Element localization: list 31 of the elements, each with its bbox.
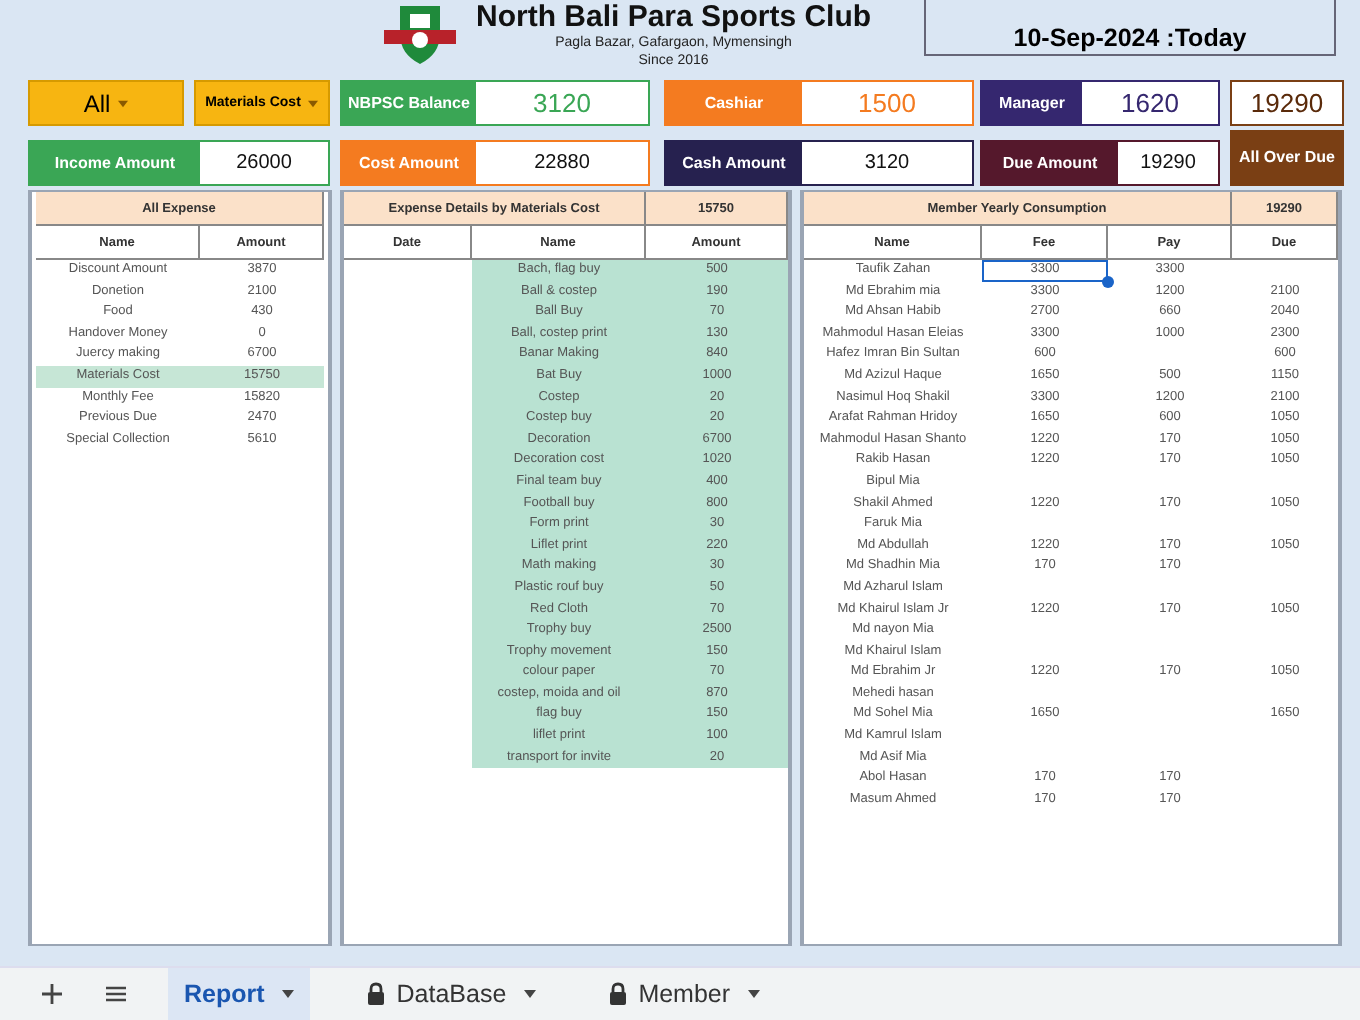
add-sheet-icon[interactable]	[40, 982, 64, 1006]
caret-icon	[282, 990, 295, 998]
filter-dropdown[interactable]: All	[28, 80, 184, 126]
caret-icon	[308, 99, 319, 107]
menu-icon[interactable]	[104, 982, 128, 1006]
caret-icon	[118, 99, 129, 107]
card-label: Cash Amount	[666, 142, 802, 184]
card-label: Manager	[982, 82, 1082, 124]
card-value: 1500	[856, 86, 918, 122]
card-value: 22880	[532, 150, 592, 178]
sheet-tab[interactable]: Report	[168, 968, 311, 1020]
lock-icon	[608, 982, 629, 1006]
card-value: 26000	[234, 150, 294, 178]
sheet-tab[interactable]: DataBase	[350, 968, 553, 1020]
card-value: 3120	[531, 86, 593, 122]
card-value: 1620	[1119, 86, 1181, 122]
card-label: Income Amount	[30, 142, 200, 184]
card-label: Due Amount	[982, 142, 1118, 184]
caret-icon	[524, 990, 537, 998]
caret-icon	[748, 990, 761, 998]
card-label: NBPSC Balance	[342, 82, 476, 124]
club-title: North Bali Para Sports Club	[476, 0, 872, 34]
overall-label: All Over Due	[1230, 130, 1344, 186]
card-value: 19290	[1138, 150, 1198, 178]
card-label: Cashiar	[666, 82, 802, 124]
overall-value: 19290	[1230, 80, 1344, 126]
date-display: 10-Sep-2024 :Today	[924, 0, 1336, 56]
sheet-tab[interactable]: Member	[592, 968, 777, 1020]
card-value: 3120	[862, 150, 912, 178]
card-label: Cost Amount	[342, 142, 476, 184]
lock-icon	[366, 982, 387, 1006]
